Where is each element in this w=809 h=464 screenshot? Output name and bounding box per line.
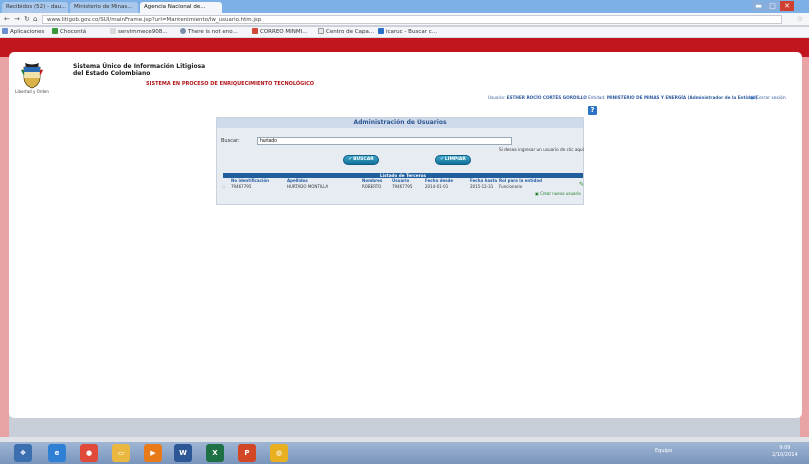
browser-tab-bar: Recibidos (52) - dau... Ministerio de Mi… [0, 0, 809, 13]
folder-icon[interactable]: ▭ [112, 444, 130, 462]
new-user-link[interactable]: ▣ Crear nuevo usuario [535, 191, 581, 196]
entity-name: MINISTERIO DE MINAS Y ENERGÍA (Administr… [606, 95, 758, 100]
url-input[interactable]: www.litigob.gov.co/SUI/mainFrame.jsp?url… [42, 15, 782, 24]
column-header: Fecha hasta [470, 178, 498, 183]
taskbar: ❖ e ● ▭ ▶ W X P ◍ Equipo 9:09 2/10/2014 [0, 442, 809, 464]
help-icon[interactable]: ? [588, 106, 597, 115]
tab-agencia[interactable]: Agencia Nacional de... [140, 2, 222, 13]
column-header: Usuario [392, 178, 410, 183]
user-name: ESTHER ROCÍO CORTÉS GORDILLO [506, 95, 587, 100]
bookmark-centro[interactable]: Centro de Capa... [318, 28, 374, 35]
table-cell: 2014-01-01 [425, 184, 449, 189]
page-icon [110, 28, 116, 34]
bookmark-not-enough[interactable]: There is not eno... [180, 28, 238, 35]
table-cell: HURTADO MONTILLA [287, 184, 329, 189]
logo-caption: Libertad y Orden [15, 89, 49, 94]
column-header: No identificación [231, 178, 269, 183]
table-cell: 79467795 [231, 184, 252, 189]
excel-icon[interactable]: X [206, 444, 224, 462]
clear-button[interactable]: ✔LIMPIAR [435, 155, 471, 165]
user-label: Usuario: [488, 95, 506, 100]
column-header: Nombres [362, 178, 383, 183]
check-icon: ✔ [348, 157, 353, 162]
check-icon: ✔ [440, 157, 444, 162]
bookmark-label: Aplicaciones [10, 29, 45, 35]
search-button-label: BUSCAR [353, 157, 374, 162]
entity-label: Entidad: [588, 95, 606, 100]
gmail-icon [252, 28, 258, 34]
column-header: Apellidos [287, 178, 308, 183]
left-margin [0, 57, 9, 437]
table-cell: 2015-12-31 [470, 184, 494, 189]
search-input[interactable] [257, 137, 512, 145]
user-admin-panel: Administración de Usuarios Buscar: Si de… [216, 117, 584, 205]
forward-icon[interactable]: → [14, 15, 20, 23]
bookmark-label: Centro de Capa... [326, 29, 375, 35]
bookmark-correo[interactable]: CORREO MINMI... [252, 28, 307, 35]
user-info: Usuario: ESTHER ROCÍO CORTÉS GORDILLO En… [488, 95, 758, 100]
app-icon[interactable]: ◍ [270, 444, 288, 462]
clear-button-label: LIMPIAR [444, 157, 466, 162]
bookmark-star-icon[interactable]: ☆ [797, 15, 803, 23]
bookmarks-bar: Aplicaciones Chocontá servimmece908... T… [0, 27, 809, 38]
search-button[interactable]: ✔BUSCAR [343, 155, 379, 165]
table-cell: Funcionario [499, 184, 523, 189]
bookmark-apps[interactable]: Aplicaciones [2, 28, 44, 35]
apps-icon [2, 28, 8, 34]
word-icon[interactable]: W [174, 444, 192, 462]
clock-time: 9:09 [779, 445, 791, 451]
search-icon [378, 28, 384, 34]
bookmark-label: icaruc - Buscar c... [386, 29, 437, 35]
search-label: Buscar: [221, 138, 240, 144]
bookmark-label: Chocontá [60, 29, 87, 35]
table-cell: 79467795 [392, 184, 413, 189]
system-title: Sistema Único de Información Litigiosa d… [73, 63, 206, 77]
column-header: Fecha desde [425, 178, 454, 183]
bookmark-label: There is not eno... [188, 29, 238, 35]
back-icon[interactable]: ← [4, 15, 10, 23]
logout-icon: ◉ [750, 95, 755, 101]
tab-ministerio[interactable]: Ministerio de Minas... [70, 2, 138, 13]
logout-label: Cerrar sesión [755, 96, 786, 101]
address-bar: ← → ↻ ⌂ www.litigob.gov.co/SUI/mainFrame… [0, 13, 809, 26]
coat-of-arms-logo [21, 63, 43, 89]
logout-link[interactable]: ◉ Cerrar sesión [750, 95, 786, 101]
powerpoint-icon[interactable]: P [238, 444, 256, 462]
system-subtitle: SISTEMA EN PROCESO DE ENRIQUECIMIENTO TE… [146, 81, 315, 87]
reload-icon[interactable]: ↻ [24, 15, 30, 23]
ie-icon[interactable]: e [48, 444, 66, 462]
add-icon: ▣ [535, 191, 539, 196]
column-header: Rol para la entidad [499, 178, 542, 183]
bookmark-icon [52, 28, 58, 34]
close-icon[interactable]: ✕ [780, 1, 794, 11]
minimize-icon[interactable]: ▬ [752, 1, 765, 11]
edit-icon[interactable]: ✎ [579, 181, 584, 188]
chrome-icon[interactable]: ● [80, 444, 98, 462]
page-icon [318, 28, 324, 34]
row-selector-icon[interactable]: ○ [222, 184, 226, 189]
clock[interactable]: 9:09 2/10/2014 [772, 445, 798, 459]
system-tray[interactable]: Equipo [655, 448, 672, 454]
clock-date: 2/10/2014 [772, 452, 798, 458]
new-user-label: Crear nuevo usuario [540, 191, 581, 196]
start-explorer-icon[interactable]: ❖ [14, 444, 32, 462]
bookmark-servimmece[interactable]: servimmece908... [110, 28, 168, 35]
panel-title: Administración de Usuarios [217, 118, 583, 128]
media-player-icon[interactable]: ▶ [144, 444, 162, 462]
bookmark-choconta[interactable]: Chocontá [52, 28, 86, 35]
home-icon[interactable]: ⌂ [33, 15, 37, 23]
bookmark-label: CORREO MINMI... [260, 29, 308, 35]
maximize-icon[interactable]: □ [766, 1, 779, 11]
tab-gmail[interactable]: Recibidos (52) - dau... [2, 2, 68, 13]
table-cell: ROBERTO [362, 184, 382, 189]
bookmark-label: servimmece908... [118, 29, 168, 35]
add-user-hint[interactable]: Si desea ingresar un usuario de clic aqu… [499, 147, 584, 152]
globe-icon [180, 28, 186, 34]
page-content [9, 52, 802, 418]
bookmark-icaruc[interactable]: icaruc - Buscar c... [378, 28, 437, 35]
